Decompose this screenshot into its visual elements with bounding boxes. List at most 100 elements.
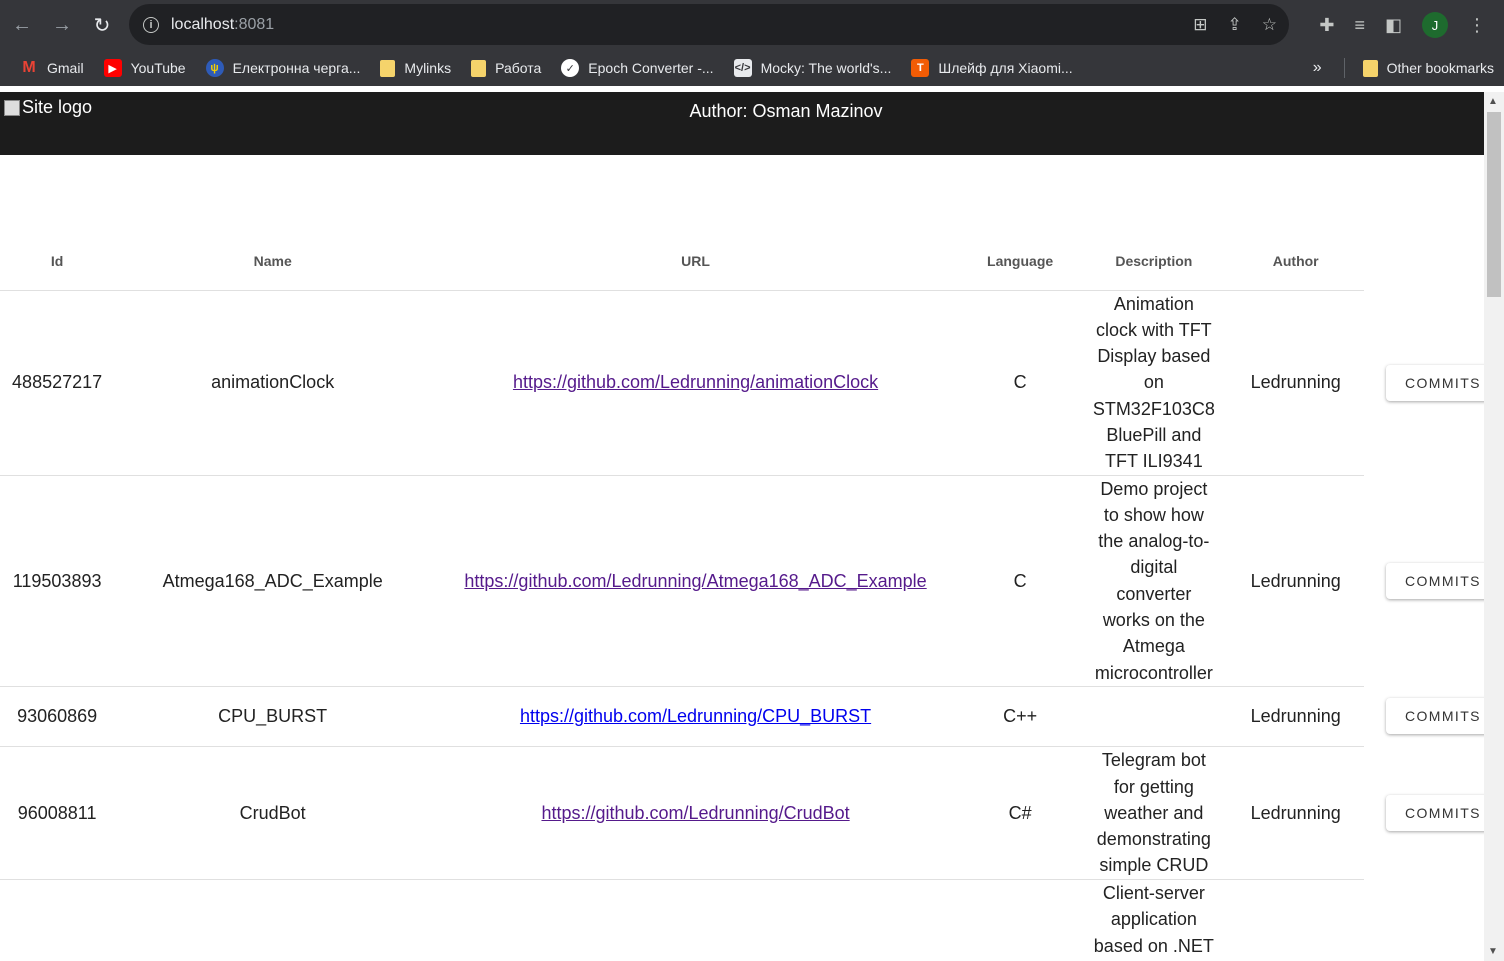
description-line: Atmega [1122, 636, 1185, 657]
cell-language: C [959, 290, 1081, 476]
cell-actions: COMMITS [1364, 290, 1484, 475]
address-bar[interactable]: i localhost:8081 ⊞ ⇪ ☆ [129, 4, 1289, 45]
cell-description [1080, 686, 1228, 747]
back-button[interactable]: ← [2, 5, 42, 45]
repo-link[interactable]: https://github.com/Ledrunning/animationC… [513, 372, 878, 392]
commits-button[interactable]: COMMITS [1385, 562, 1484, 599]
description-line: on [1143, 372, 1164, 393]
scroll-thumb[interactable] [1487, 112, 1501, 297]
arrow-left-icon: ← [12, 13, 32, 36]
other-bookmarks[interactable]: Other bookmarks [1353, 54, 1504, 82]
url-host: localhost [171, 15, 235, 33]
bookmark-label: Шлейф для Xiaomi... [938, 60, 1073, 76]
bookmark-label: Електронна черга... [232, 60, 361, 76]
bookmark-1[interactable]: ▶ YouTube [94, 54, 196, 82]
scrollbar[interactable]: ▲ ▼ [1484, 92, 1504, 961]
commits-button[interactable]: COMMITS [1385, 794, 1484, 831]
menu-icon[interactable]: ⋮ [1468, 15, 1486, 36]
bookmark-label: Gmail [47, 60, 84, 76]
header-url: URL [431, 232, 960, 291]
side-panel-icon[interactable]: ◧ [1385, 15, 1402, 36]
bookmark-label: Epoch Converter -... [588, 60, 714, 76]
description-line: Demo project [1100, 478, 1208, 499]
description-line: Telegram bot [1101, 750, 1206, 771]
browser-toolbar: ← → ↻ i localhost:8081 ⊞ ⇪ ☆ ✚ ≡ ◧ J ⋮ [0, 0, 1504, 50]
cell-actions: COMMITS [1364, 746, 1484, 879]
bookmarks-overflow-button[interactable]: » [1299, 59, 1336, 77]
description-line: based on .NET [1093, 935, 1214, 956]
description-line: BluePill and [1106, 424, 1202, 445]
repo-link[interactable]: https://github.com/Ledrunning/CrudBot [541, 803, 849, 823]
cell-id: 119503893 [0, 475, 115, 687]
bookmark-6[interactable]: </> Mocky: The world's... [724, 54, 902, 82]
bookmarks-bar: M Gmail ▶ YouTube ψ Електронна черга... Mylink… [0, 50, 1504, 86]
scroll-down-icon[interactable]: ▼ [1488, 946, 1498, 957]
folder-icon [380, 59, 396, 77]
description-line: to show how [1103, 504, 1204, 525]
commits-button[interactable]: COMMITS [1385, 364, 1484, 401]
other-bookmarks-label: Other bookmarks [1386, 60, 1494, 76]
description-line: TFT ILI9341 [1104, 451, 1203, 472]
youtube-icon: ▶ [103, 59, 122, 77]
repos-table: Id Name URL Language Description Author … [0, 232, 1484, 961]
repo-link[interactable]: https://github.com/Ledrunning/CPU_BURST [520, 706, 871, 726]
table-row: Client-server application based on .NET [0, 879, 1484, 961]
cell-author [1227, 879, 1364, 961]
folder-icon [1362, 59, 1378, 77]
bookmark-7[interactable]: T Шлейф для Xiaomi... [901, 54, 1082, 82]
cell-author: Ledrunning [1227, 290, 1364, 476]
description-line: Display based [1097, 346, 1211, 367]
cell-url [431, 879, 960, 961]
share-icon[interactable]: ⇪ [1228, 15, 1242, 35]
header-author: Author [1227, 232, 1364, 291]
cell-name: CPU_BURST [114, 686, 432, 747]
bookmark-label: YouTube [130, 60, 186, 76]
forward-button[interactable]: → [42, 5, 82, 45]
avatar[interactable]: J [1422, 12, 1448, 38]
url-text[interactable]: localhost:8081 [171, 16, 274, 34]
bookmark-4[interactable]: Работа [461, 54, 551, 82]
page-title: Author: Osman Mazinov [689, 101, 883, 121]
description-line: weather and [1104, 802, 1204, 823]
repo-link[interactable]: https://github.com/Ledrunning/Atmega168_… [464, 571, 926, 591]
extensions-icon[interactable]: ✚ [1319, 15, 1334, 36]
reload-button[interactable]: ↻ [82, 5, 122, 45]
bookmark-0[interactable]: M Gmail [10, 54, 94, 82]
commits-button[interactable]: COMMITS [1385, 698, 1484, 735]
bookmark-5[interactable]: ✓ Epoch Converter -... [551, 54, 723, 82]
description-line: clock with TFT [1096, 319, 1212, 340]
cell-name [114, 879, 432, 961]
translate-icon[interactable]: ⊞ [1193, 15, 1207, 35]
description-line: the analog-to- [1098, 531, 1210, 552]
cell-actions [1364, 879, 1484, 961]
description-line: microcontroller [1094, 662, 1213, 683]
cell-language [959, 879, 1081, 961]
scroll-up-icon[interactable]: ▲ [1488, 96, 1498, 107]
table-row: 93060869 CPU_BURST https://github.com/Ledr… [0, 686, 1484, 747]
folder-icon [471, 59, 487, 77]
cell-url: https://github.com/Ledrunning/CPU_BURST [431, 686, 960, 747]
media-icon[interactable]: ≡ [1354, 15, 1365, 36]
trident-icon: ψ [205, 59, 224, 77]
cell-language: C++ [959, 686, 1081, 747]
description-line: STM32F103C8 [1092, 398, 1215, 419]
cell-author: Ledrunning [1227, 475, 1364, 687]
description-line: works on the [1102, 610, 1205, 631]
url-port: :8081 [234, 15, 275, 33]
page-content: Site logo Author: Osman Mazinov Id Name … [0, 92, 1484, 961]
description-line: converter [1116, 583, 1192, 604]
cell-name: CrudBot [114, 746, 432, 880]
table-header-row: Id Name URL Language Description Author [0, 232, 1484, 291]
cell-language: C [959, 475, 1081, 687]
cell-author: Ledrunning [1227, 746, 1364, 880]
bookmark-3[interactable]: Mylinks [370, 54, 461, 82]
divider [1343, 58, 1345, 78]
site-info-icon[interactable]: i [143, 16, 159, 33]
cell-id: 488527217 [0, 290, 115, 476]
star-icon[interactable]: ☆ [1262, 15, 1277, 35]
gmail-icon: M [22, 59, 36, 76]
bookmark-2[interactable]: ψ Електронна черга... [196, 54, 371, 82]
cell-url: https://github.com/Ledrunning/CrudBot [431, 746, 960, 880]
arrow-right-icon: → [52, 13, 72, 36]
cell-actions: COMMITS [1364, 475, 1484, 686]
